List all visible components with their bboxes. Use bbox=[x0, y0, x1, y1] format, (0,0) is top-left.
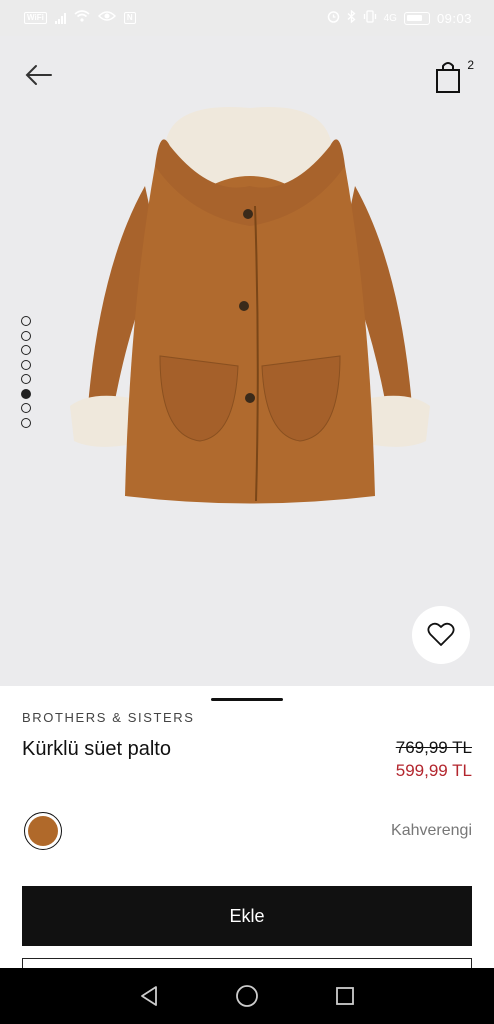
battery-icon bbox=[403, 11, 430, 25]
pagination-dot-4[interactable] bbox=[21, 359, 31, 370]
carrier-badge: WiFi bbox=[24, 11, 47, 24]
circle-home-icon bbox=[236, 985, 258, 1007]
nav-back-button[interactable] bbox=[129, 976, 169, 1016]
nav-home-button[interactable] bbox=[227, 976, 267, 1016]
pagination-dot-2[interactable] bbox=[21, 330, 31, 341]
pagination-dot-7[interactable] bbox=[21, 403, 31, 413]
color-swatch-fill bbox=[28, 816, 58, 846]
heart-icon bbox=[427, 622, 455, 646]
product-brand: BROTHERS & SISTERS bbox=[22, 710, 195, 725]
color-name: Kahverengi bbox=[391, 822, 472, 839]
shopping-bag-button[interactable]: 2 bbox=[434, 58, 474, 96]
bluetooth-icon bbox=[347, 9, 356, 26]
signal-icon bbox=[54, 12, 66, 24]
status-bar: WiFi N 4G 09:03 bbox=[0, 0, 494, 36]
back-arrow-icon bbox=[25, 65, 52, 85]
back-button[interactable] bbox=[22, 58, 56, 92]
alarm-icon bbox=[327, 10, 340, 26]
pagination-dot-3[interactable] bbox=[21, 345, 31, 355]
product-image-area[interactable]: 2 bbox=[0, 36, 494, 686]
product-image-coat bbox=[70, 107, 430, 504]
sale-price: 599,99 TL bbox=[395, 761, 472, 780]
nfc-icon: N bbox=[123, 11, 136, 24]
pagination-dot-8[interactable] bbox=[21, 417, 31, 428]
eye-icon bbox=[97, 10, 116, 25]
add-to-cart-button[interactable]: Ekle bbox=[22, 886, 472, 946]
product-info-sheet: BROTHERS & SISTERS Kürklü süet palto 769… bbox=[0, 686, 494, 988]
sheet-handle[interactable] bbox=[211, 698, 283, 701]
status-right: 4G 09:03 bbox=[327, 9, 472, 26]
product-name: Kürklü süet palto bbox=[22, 738, 171, 760]
pagination-dot-6[interactable] bbox=[21, 388, 31, 399]
status-time: 09:03 bbox=[436, 10, 472, 26]
status-left: WiFi N bbox=[24, 10, 136, 25]
vibrate-icon bbox=[363, 10, 377, 26]
product-detail-screen: WiFi N 4G 09:03 2 BROTHERS & SISTERS Kür… bbox=[0, 0, 494, 1024]
original-price: 769,99 TL bbox=[395, 738, 472, 757]
network-type: 4G bbox=[383, 12, 397, 24]
nav-recents-button[interactable] bbox=[325, 976, 365, 1016]
cart-count-badge: 2 bbox=[467, 58, 474, 72]
shopping-bag-icon bbox=[436, 62, 460, 93]
wifi-icon bbox=[74, 10, 90, 25]
image-pagination bbox=[21, 316, 31, 428]
pagination-dot-1[interactable] bbox=[21, 316, 31, 326]
system-nav-bar bbox=[0, 968, 494, 1024]
color-swatch[interactable] bbox=[24, 812, 62, 850]
pagination-dot-5[interactable] bbox=[21, 374, 31, 384]
square-recents-icon bbox=[336, 987, 354, 1005]
wishlist-button[interactable] bbox=[412, 606, 470, 664]
triangle-back-icon bbox=[141, 986, 157, 1006]
